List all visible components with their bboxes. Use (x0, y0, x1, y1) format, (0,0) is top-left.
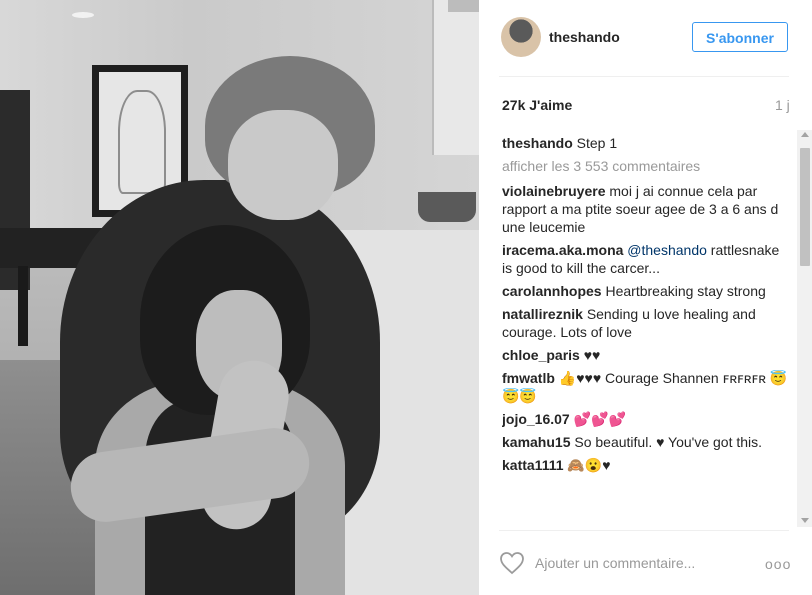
comment-text: So beautiful. ♥ You've got this. (574, 434, 763, 450)
add-comment-input[interactable]: Ajouter un commentaire... (535, 555, 695, 571)
comment-username[interactable]: violainebruyere (502, 183, 606, 199)
avatar[interactable] (501, 17, 541, 57)
comment-username[interactable]: katta1111 (502, 457, 564, 473)
comments-scrollbar[interactable] (797, 130, 812, 527)
list-item: violainebruyere moi j ai connue cela par… (502, 182, 792, 236)
post-username[interactable]: theshando (549, 29, 620, 45)
photo-basket (418, 192, 476, 222)
list-item: iracema.aka.mona @theshando rattlesnake … (502, 241, 792, 277)
scroll-up-arrow-icon[interactable] (801, 132, 809, 137)
comment-username[interactable]: carolannhopes (502, 283, 602, 299)
list-item: jojo_16.07 💕💕💕 (502, 410, 792, 428)
photo-person-back-face (228, 110, 338, 220)
scrollbar-thumb[interactable] (800, 148, 810, 266)
comment-username[interactable]: natallireznik (502, 306, 583, 322)
list-item: katta1111 🙈😮♥ (502, 456, 792, 474)
scroll-down-arrow-icon[interactable] (801, 518, 809, 523)
likes-count[interactable]: 27k J'aime (502, 97, 572, 113)
instagram-post-view: theshando S'abonner 27k J'aime 1 j thesh… (0, 0, 812, 595)
comment-text: 🙈😮♥ (567, 457, 611, 473)
follow-button[interactable]: S'abonner (692, 22, 788, 52)
comment-mention-link[interactable]: @theshando (627, 242, 707, 258)
caption-username[interactable]: theshando (502, 135, 573, 151)
heart-icon[interactable] (499, 551, 525, 575)
comment-username[interactable]: fmwatlb (502, 370, 555, 386)
photo-table-leg (18, 266, 28, 346)
view-all-comments-link[interactable]: afficher les 3 553 commentaires (502, 157, 792, 175)
caption-text: Step 1 (576, 135, 618, 151)
more-options-icon[interactable]: ooo (765, 556, 791, 572)
comment-username[interactable]: jojo_16.07 (502, 411, 570, 427)
post-photo[interactable] (0, 0, 479, 595)
comment-username[interactable]: iracema.aka.mona (502, 242, 623, 258)
photo-cabinet (432, 0, 479, 155)
comment-username[interactable]: kamahu15 (502, 434, 570, 450)
post-header: theshando S'abonner (479, 0, 812, 76)
list-item: kamahu15 So beautiful. ♥ You've got this… (502, 433, 792, 451)
list-item: chloe_paris ♥♥ (502, 346, 792, 364)
photo-cabinet-top (448, 0, 479, 12)
footer-divider (499, 530, 789, 531)
post-time-ago[interactable]: 1 j (775, 97, 790, 113)
comment-username[interactable]: chloe_paris (502, 347, 580, 363)
caption: theshando Step 1 (502, 134, 792, 152)
photo-artwork-figure (118, 90, 166, 194)
comment-text: 💕💕💕 (573, 411, 626, 427)
list-item: fmwatlb 👍♥♥♥ Courage Shannen ꜰʀꜰʀꜰʀ 😇😇😇 (502, 369, 792, 405)
comment-text: Heartbreaking stay strong (605, 283, 766, 299)
list-item: carolannhopes Heartbreaking stay strong (502, 282, 792, 300)
comment-text: ♥♥ (583, 347, 601, 363)
list-item: natallireznik Sending u love healing and… (502, 305, 792, 341)
comments-list: theshando Step 1 afficher les 3 553 comm… (502, 134, 792, 527)
post-details-panel: theshando S'abonner 27k J'aime 1 j thesh… (479, 0, 812, 595)
photo-ceiling-light (72, 12, 94, 18)
header-divider (499, 76, 789, 77)
